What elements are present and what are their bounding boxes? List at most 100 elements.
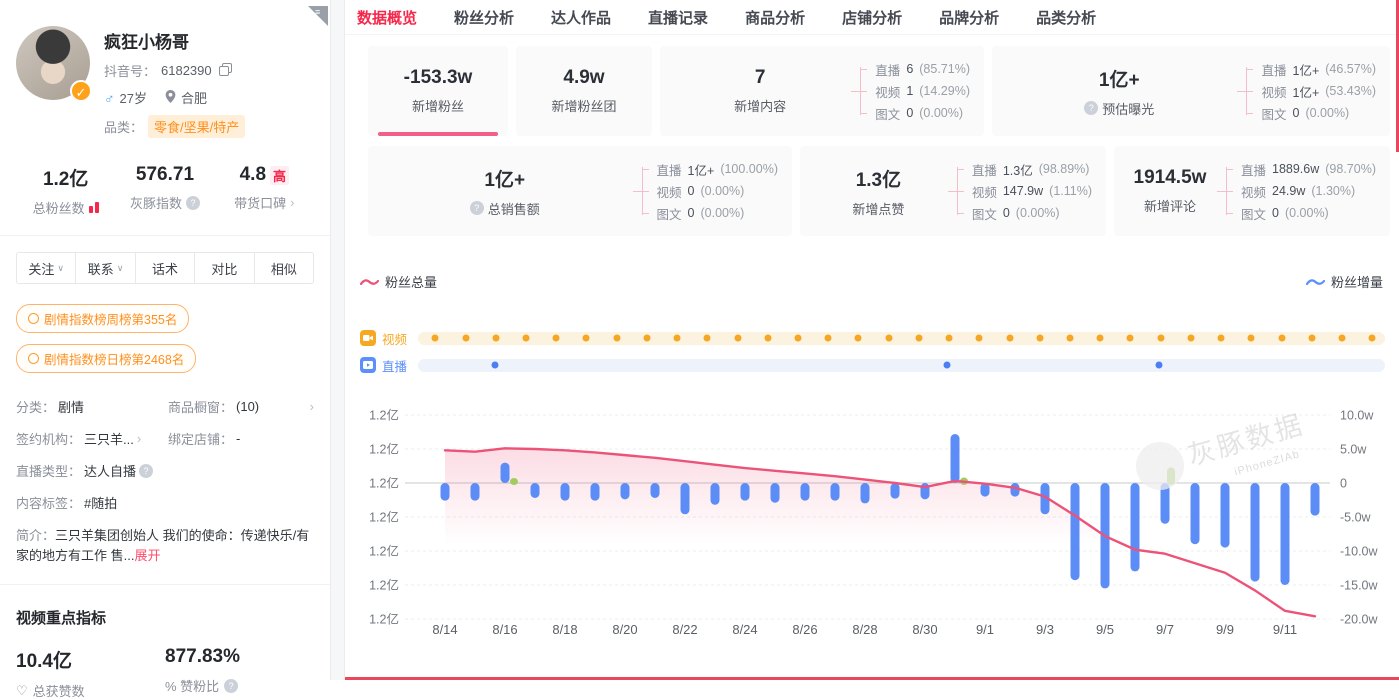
fans-delta-bar-9/8[interactable] (1191, 483, 1200, 544)
video-post-dot[interactable] (1157, 335, 1164, 342)
live-day-marker[interactable] (510, 478, 518, 485)
tab-品类分析[interactable]: 品类分析 (1036, 7, 1096, 28)
fans-chart[interactable]: 1.2亿10.0w1.2亿5.0w1.2亿01.2亿-5.0w1.2亿-10.0… (345, 388, 1399, 650)
rank-badge[interactable]: 剧情指数榜周榜第355名 (16, 304, 314, 344)
video-post-dot[interactable] (1187, 335, 1194, 342)
legend-fans-delta[interactable]: 粉丝增量 (1306, 272, 1383, 291)
fans-delta-bar-8/20[interactable] (621, 483, 630, 499)
action-button-话术[interactable]: 话术 (136, 252, 195, 284)
fans-delta-bar-8/17[interactable] (531, 483, 540, 498)
rank-badge[interactable]: 剧情指数榜日榜第2468名 (16, 344, 314, 384)
video-post-dot[interactable] (432, 335, 439, 342)
category-label: 品类： (104, 117, 143, 136)
copy-icon[interactable] (219, 63, 232, 79)
stat-card-新增粉丝[interactable]: -153.3w新增粉丝 (368, 46, 508, 136)
collapse-sidebar-button[interactable]: ≡ (308, 6, 328, 26)
fans-delta-bar-8/22[interactable] (681, 483, 690, 514)
video-post-dot[interactable] (1127, 335, 1134, 342)
fans-delta-bar-8/18[interactable] (561, 483, 570, 501)
video-post-dot[interactable] (1278, 335, 1285, 342)
video-post-dot[interactable] (492, 335, 499, 342)
video-post-dot[interactable] (795, 335, 802, 342)
sidebar-scrollbar-track[interactable] (330, 0, 345, 680)
fans-delta-bar-8/16[interactable] (501, 463, 510, 483)
rank-badge-pill[interactable]: 剧情指数榜周榜第355名 (16, 304, 189, 333)
fans-delta-bar-9/4[interactable] (1071, 483, 1080, 580)
stat-card-预估曝光[interactable]: 1亿+?预估曝光直播1亿+(46.57%)视频1亿+(53.43%)图文0(0.… (992, 46, 1390, 136)
stat-card-新增评论[interactable]: 1914.5w新增评论直播1889.6w(98.70%)视频24.9w(1.30… (1114, 146, 1390, 236)
video-post-dot[interactable] (1369, 335, 1376, 342)
bio-expand-link[interactable]: 展开 (134, 548, 160, 563)
stat-card-新增粉丝团[interactable]: 4.9w新增粉丝团 (516, 46, 652, 136)
action-button-关注[interactable]: 关注∨ (16, 252, 76, 284)
fans-delta-bar-8/31[interactable] (951, 434, 960, 483)
fans-delta-bar-8/28[interactable] (861, 483, 870, 503)
meta-info: 分类：剧情商品橱窗：(10)›签约机构：三只羊...›绑定店铺：-直播类型：达人… (16, 397, 314, 512)
video-post-dot[interactable] (976, 335, 983, 342)
chevron-right-icon[interactable]: › (290, 195, 294, 210)
fans-delta-bar-8/23[interactable] (711, 483, 720, 505)
video-post-dot[interactable] (1036, 335, 1043, 342)
action-button-对比[interactable]: 对比 (195, 252, 254, 284)
stat-card-总销售额[interactable]: 1亿+?总销售额直播1亿+(100.00%)视频0(0.00%)图文0(0.00… (368, 146, 792, 236)
tab-粉丝分析[interactable]: 粉丝分析 (454, 7, 514, 28)
video-post-dot[interactable] (855, 335, 862, 342)
live-session-dot[interactable] (1155, 362, 1162, 369)
video-post-dot[interactable] (1218, 335, 1225, 342)
video-post-dot[interactable] (946, 335, 953, 342)
chevron-right-icon[interactable]: › (137, 431, 141, 446)
fans-delta-bar-8/19[interactable] (591, 483, 600, 501)
video-post-dot[interactable] (1338, 335, 1345, 342)
tab-店铺分析[interactable]: 店铺分析 (842, 7, 902, 28)
fans-delta-bar-8/29[interactable] (891, 483, 900, 499)
video-post-dot[interactable] (583, 335, 590, 342)
fans-delta-bar-8/24[interactable] (741, 483, 750, 501)
fans-delta-bar-8/27[interactable] (831, 483, 840, 501)
tab-商品分析[interactable]: 商品分析 (745, 7, 805, 28)
kpi-label-text: 总粉丝数 (33, 198, 85, 217)
fans-delta-bar-9/9[interactable] (1221, 483, 1230, 548)
live-session-dot[interactable] (492, 362, 499, 369)
stat-card-新增内容[interactable]: 7新增内容直播6(85.71%)视频1(14.29%)图文0(0.00%) (660, 46, 984, 136)
stat-card-main: -153.3w新增粉丝 (368, 67, 508, 115)
tab-达人作品[interactable]: 达人作品 (551, 7, 611, 28)
video-post-dot[interactable] (885, 335, 892, 342)
legend-fans-total[interactable]: 粉丝总量 (360, 272, 437, 291)
video-post-dot[interactable] (704, 335, 711, 342)
video-post-dot[interactable] (1248, 335, 1255, 342)
fans-delta-bar-8/21[interactable] (651, 483, 660, 498)
video-post-dot[interactable] (1308, 335, 1315, 342)
chevron-right-icon[interactable]: › (310, 399, 314, 414)
fans-delta-bar-9/12[interactable] (1311, 483, 1320, 516)
video-post-dot[interactable] (764, 335, 771, 342)
fans-delta-bar-8/14[interactable] (441, 483, 450, 501)
video-post-dot[interactable] (523, 335, 530, 342)
video-post-dot[interactable] (643, 335, 650, 342)
action-button-相似[interactable]: 相似 (255, 252, 314, 284)
video-post-dot[interactable] (1066, 335, 1073, 342)
fans-delta-bar-9/6[interactable] (1131, 483, 1140, 571)
video-post-dot[interactable] (613, 335, 620, 342)
tab-数据概览[interactable]: 数据概览 (357, 7, 417, 28)
video-post-dot[interactable] (825, 335, 832, 342)
rank-badge-pill[interactable]: 剧情指数榜日榜第2468名 (16, 344, 196, 373)
tab-品牌分析[interactable]: 品牌分析 (939, 7, 999, 28)
video-post-dot[interactable] (553, 335, 560, 342)
video-post-dot[interactable] (1006, 335, 1013, 342)
video-post-dot[interactable] (674, 335, 681, 342)
fans-delta-bar-8/25[interactable] (771, 483, 780, 503)
video-post-dot[interactable] (734, 335, 741, 342)
breakdown-row-视频: 视频0(0.00%) (655, 180, 778, 202)
fans-delta-bar-8/26[interactable] (801, 483, 810, 501)
tab-直播记录[interactable]: 直播记录 (648, 7, 708, 28)
live-session-dot[interactable] (943, 362, 950, 369)
action-button-联系[interactable]: 联系∨ (76, 252, 135, 284)
video-post-dot[interactable] (1097, 335, 1104, 342)
video-post-dot[interactable] (915, 335, 922, 342)
avatar[interactable]: ✓ (16, 26, 90, 100)
fans-delta-bar-9/11[interactable] (1281, 483, 1290, 585)
fans-delta-bar-8/15[interactable] (471, 483, 480, 501)
fans-delta-bar-9/10[interactable] (1251, 483, 1260, 582)
video-post-dot[interactable] (462, 335, 469, 342)
stat-card-新增点赞[interactable]: 1.3亿新增点赞直播1.3亿(98.89%)视频147.9w(1.11%)图文0… (800, 146, 1106, 236)
